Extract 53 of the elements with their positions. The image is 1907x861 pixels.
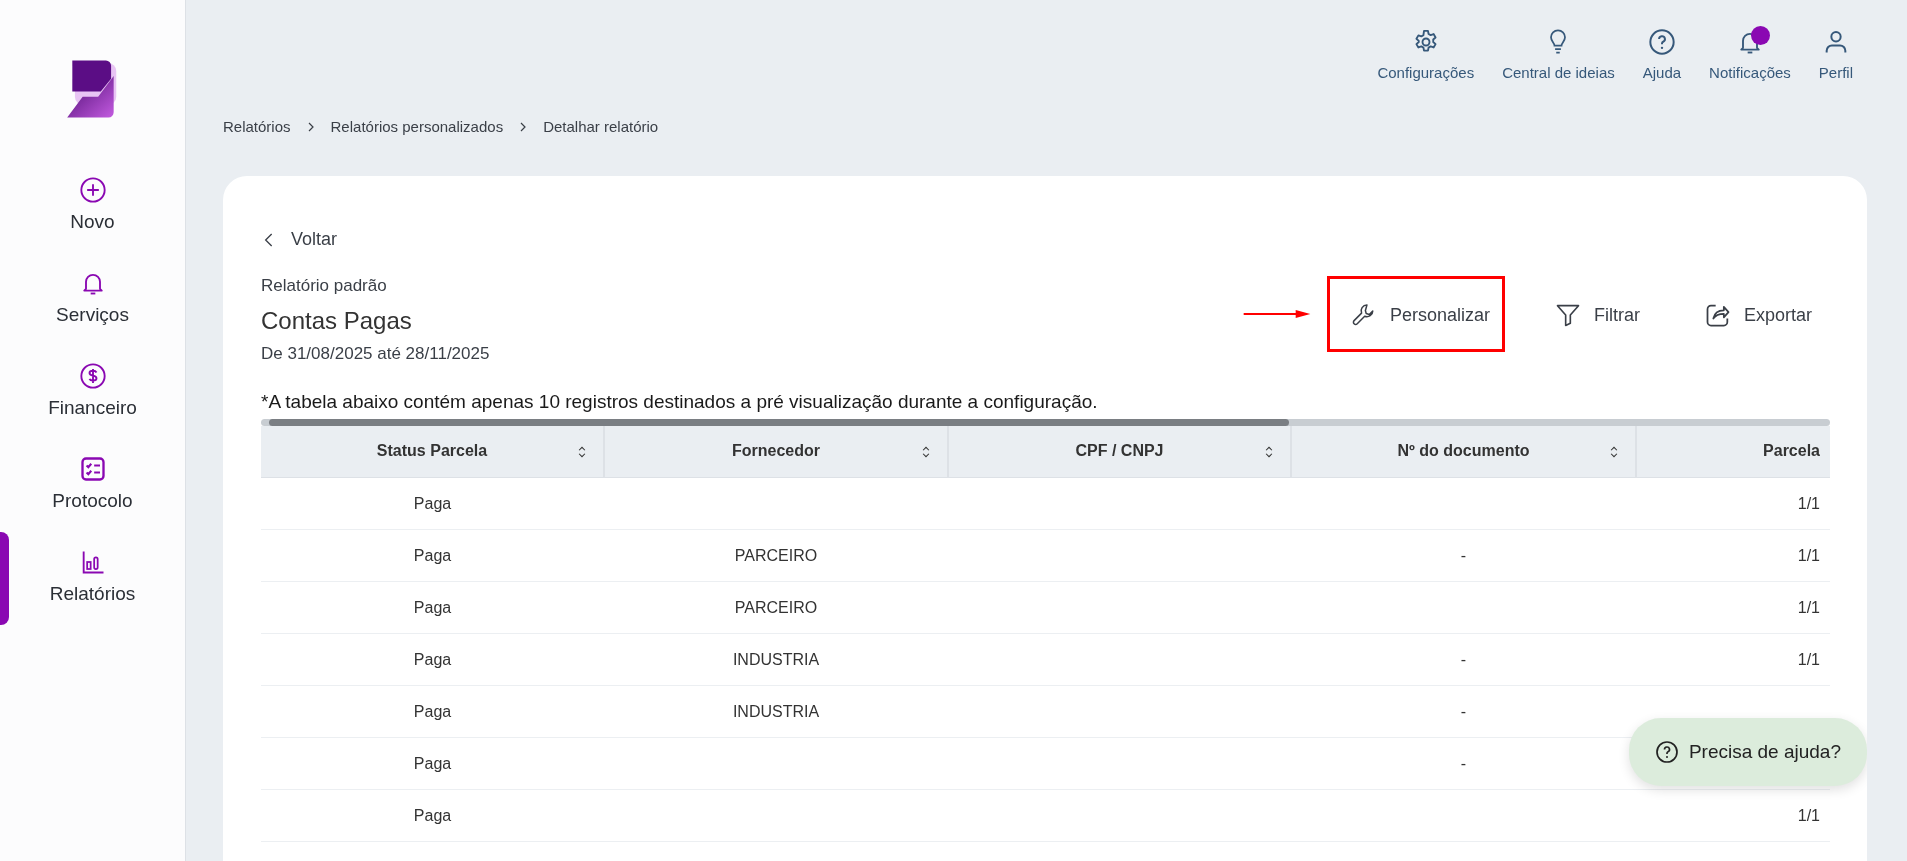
plus-circle-icon [78, 176, 107, 205]
column-header[interactable]: Status Parcela [261, 425, 604, 478]
column-header[interactable]: Nº do documento [1291, 425, 1636, 478]
table-cell: Paga [413, 754, 452, 772]
column-header[interactable]: CPF / CNPJ [948, 425, 1291, 478]
column-header[interactable]: Fornecedor [604, 425, 948, 478]
table-cell: INDUSTRIA [732, 702, 820, 720]
table-cell: 1/1 [1797, 546, 1820, 564]
report-subtitle: Relatório padrão [261, 275, 388, 297]
table-cell: 1/1 [1797, 650, 1820, 668]
table-cell: 1/1 [1797, 598, 1820, 616]
column-header[interactable]: Parcela [1636, 425, 1830, 478]
report-period: De 31/08/2025 até 28/11/2025 [261, 342, 490, 365]
table-cell: 1/1 [1797, 494, 1820, 512]
table-cell: Paga [413, 598, 452, 616]
table-cell: - [1460, 702, 1467, 720]
table-cell: PARCEIRO [734, 546, 818, 564]
table-cell: Paga [413, 702, 452, 720]
breadcrumb-link[interactable]: Detalhar relatório [543, 115, 659, 139]
table-cell: Paga [413, 806, 452, 824]
action-button[interactable]: Exportar [1680, 276, 1827, 352]
top-nav-item[interactable]: Configurações [1363, 28, 1489, 102]
top-nav-item[interactable]: Notificações [1695, 28, 1805, 102]
help-icon [1654, 739, 1679, 764]
dollar-circle-icon [78, 362, 107, 391]
table-cell: 1/1 [1797, 806, 1820, 824]
report-title: Contas Pagas [261, 305, 413, 336]
breadcrumb-link[interactable]: Relatórios [223, 115, 291, 139]
sidebar-item[interactable]: Novo [0, 160, 185, 253]
sidebar-item[interactable]: Relatórios [0, 532, 185, 625]
table-cell: - [1460, 546, 1467, 564]
table-cell: Paga [413, 546, 452, 564]
top-nav-item[interactable]: Perfil [1804, 28, 1867, 102]
help-button[interactable]: Precisa de ajuda? [1628, 717, 1867, 786]
sidebar-item[interactable]: Financeiro [0, 346, 185, 439]
checklist-icon [78, 455, 107, 484]
table-cell: Paga [413, 494, 452, 512]
breadcrumb-link[interactable]: Relatórios personalizados [330, 115, 504, 139]
top-nav-item[interactable]: Ajuda [1628, 28, 1696, 102]
scrollbar-thumb[interactable] [269, 418, 1289, 426]
top-nav-item[interactable]: Central de ideias [1488, 28, 1629, 102]
table-notice: *A tabela abaixo contém apenas 10 registros destinados a pré visualização durante a configuração. [261, 390, 1099, 414]
sidebar-item[interactable]: Serviços [0, 253, 185, 346]
action-button[interactable]: Filtrar [1530, 276, 1655, 352]
action-button[interactable]: Personalizar [1326, 276, 1505, 352]
table-cell: PARCEIRO [734, 598, 818, 616]
table-cell: - [1460, 754, 1467, 772]
table-cell: - [1460, 650, 1467, 668]
sidebar-item[interactable]: Protocolo [0, 439, 185, 532]
table-cell: INDUSTRIA [732, 650, 820, 668]
back-link[interactable]: Voltar [261, 226, 338, 253]
table-cell: Paga [413, 650, 452, 668]
help-icon [1647, 28, 1676, 56]
